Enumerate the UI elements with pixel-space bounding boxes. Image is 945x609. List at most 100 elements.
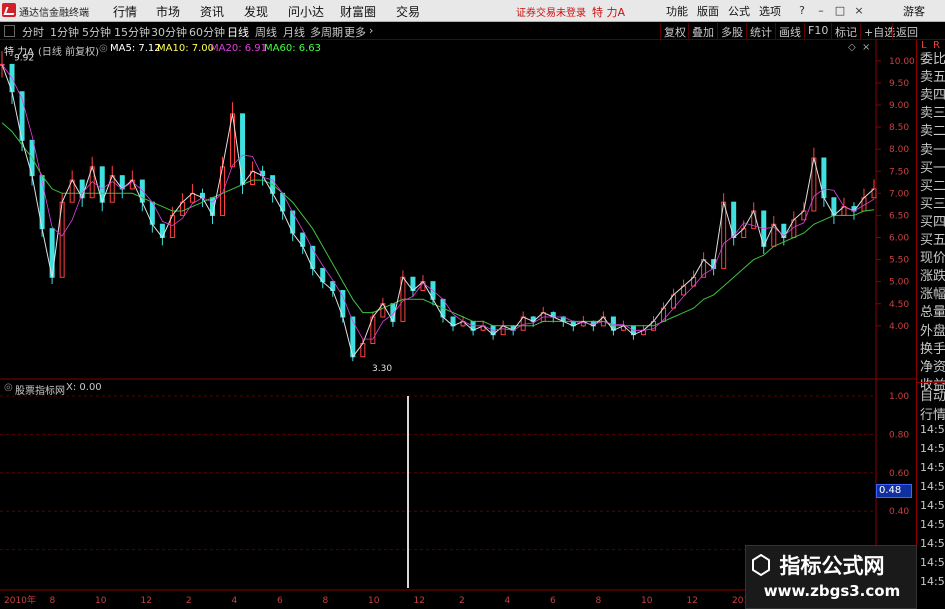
- quote-field-label: 卖一: [920, 142, 945, 158]
- price-tick-label: 5.00: [889, 278, 909, 288]
- kline-chart[interactable]: 10.00 9.50 9.00 8.50 8.00 7.50 7.00 6.50 6.00 5.5…: [0, 40, 916, 609]
- tick-time: 14:56: [920, 499, 945, 512]
- stats-button[interactable]: 统计: [746, 23, 775, 39]
- tab-30min[interactable]: 30分钟: [151, 24, 187, 40]
- tab-multi-period[interactable]: 多周期: [310, 24, 343, 40]
- price-tick-label: 4.00: [889, 322, 909, 332]
- menu-shichang[interactable]: 市场: [156, 3, 180, 20]
- menu-caifuquan[interactable]: 财富圈: [340, 3, 376, 20]
- price-tick-label: 6.00: [889, 234, 909, 244]
- auto-quote-label: 自动: [920, 389, 945, 404]
- menu-jiaoyi[interactable]: 交易: [396, 3, 420, 20]
- quote-field-label: 买一: [920, 160, 945, 176]
- app-name: 通达信金融终端: [19, 8, 89, 19]
- tick-time: 14:56: [920, 461, 945, 474]
- back-icon[interactable]: [4, 25, 15, 37]
- date-tick-label: 2010年: [4, 594, 36, 606]
- quote-field-label: 买三: [920, 196, 945, 212]
- chart-options-icon[interactable]: ◇: [848, 42, 856, 53]
- fuquan-button[interactable]: 复权: [660, 23, 689, 39]
- overlay-button[interactable]: 叠加: [688, 23, 717, 39]
- f10-button[interactable]: F10: [804, 23, 831, 39]
- watermark-badge: 指标公式网 www.zbgs3.com: [745, 545, 917, 609]
- date-tick-label: 10: [368, 596, 380, 606]
- watermark-title: 指标公式网: [779, 554, 885, 578]
- indicator-tick-label: 0.80: [889, 430, 909, 440]
- price-tick-label: 8.00: [889, 145, 909, 155]
- tab-weekly[interactable]: 周线: [255, 24, 277, 40]
- draw-button[interactable]: 画线: [775, 23, 804, 39]
- quote-field-label: 买四: [920, 214, 945, 230]
- menu-bar: 通达信金融终端 行情 市场 资讯 发现 问小达 财富圈 交易 证券交易未登录 特…: [0, 0, 945, 22]
- tab-15min[interactable]: 15分钟: [114, 24, 150, 40]
- tick-time: 14:56: [920, 518, 945, 531]
- date-tick-label: 10: [641, 596, 653, 606]
- tick-time: 14:56: [920, 480, 945, 493]
- mark-button[interactable]: 标记: [831, 23, 860, 39]
- quote-field-label: 涨幅: [920, 287, 945, 303]
- close-icon[interactable]: ×: [852, 4, 866, 18]
- help-icon[interactable]: ?: [795, 4, 809, 18]
- more-chevron-icon[interactable]: ›: [369, 24, 373, 37]
- menu-banmian[interactable]: 版面: [697, 3, 719, 19]
- date-tick-label: 12: [141, 596, 152, 606]
- multi-stock-button[interactable]: 多股: [717, 23, 746, 39]
- tab-60min[interactable]: 60分钟: [189, 24, 225, 40]
- indicator-settings-icon[interactable]: ◎: [4, 382, 13, 393]
- quote-side-panel: L R 委比 卖五 卖四 卖三 卖二 卖一 买一 买二 买三 买四 买五 现价 涨跌 涨幅 总量 外盘 换手 净资…: [916, 40, 945, 609]
- ma5-label: MA5: 7.12: [110, 43, 161, 54]
- auto-quote-label: 行情: [920, 408, 945, 423]
- panel-divider: [917, 382, 945, 383]
- tick-time: 14:56: [920, 556, 945, 569]
- guest-label[interactable]: 游客: [903, 3, 925, 19]
- indicator-tick-label: 0.60: [889, 469, 909, 479]
- price-tick-label: 8.50: [889, 123, 909, 133]
- chart-settings-icon[interactable]: ◎: [99, 43, 108, 54]
- menu-xuanxiang[interactable]: 选项: [759, 3, 781, 19]
- stock-name-label: 特 力A: [4, 47, 35, 58]
- quote-field-label: 换手: [920, 341, 945, 357]
- date-tick-label: 12: [414, 596, 425, 606]
- tab-5min[interactable]: 5分钟: [82, 24, 111, 40]
- date-tick-label: 4: [232, 596, 238, 606]
- low-price-label: 3.30: [372, 364, 392, 374]
- watermark-url: www.zbgs3.com: [763, 582, 901, 600]
- login-status[interactable]: 证券交易未登录: [516, 4, 586, 19]
- ma60-label: MA60: 6.63: [264, 43, 322, 54]
- menu-zixun[interactable]: 资讯: [200, 3, 224, 20]
- return-button[interactable]: 返回: [892, 23, 921, 39]
- menu-wenxiaoda[interactable]: 问小达: [288, 3, 324, 20]
- chart-mode-label: (日线 前复权): [38, 47, 99, 58]
- menu-gongneng[interactable]: 功能: [666, 3, 688, 19]
- indicator-current-value: 0.48: [876, 484, 912, 498]
- date-tick-label: 6: [277, 596, 283, 606]
- quote-field-label: 卖四: [920, 88, 945, 104]
- tick-time: 14:55: [920, 423, 945, 436]
- tab-monthly[interactable]: 月线: [283, 24, 305, 40]
- ma20-label: MA20: 6.91: [210, 43, 268, 54]
- date-tick-label: 2: [186, 596, 192, 606]
- menu-hangqing[interactable]: 行情: [113, 3, 137, 20]
- chart-close-icon[interactable]: ×: [862, 42, 870, 53]
- tick-time: 14:56: [920, 575, 945, 588]
- date-tick-label: 2: [459, 596, 465, 606]
- price-tick-label: 7.50: [889, 167, 909, 177]
- tab-more[interactable]: 更多: [344, 24, 366, 40]
- indicator-name-label: 股票指标网: [15, 386, 65, 397]
- quote-field-label: 总量: [920, 305, 945, 321]
- ma10-label: MA10: 7.00: [157, 43, 215, 54]
- menu-gongshi[interactable]: 公式: [728, 3, 750, 19]
- date-tick-label: 6: [550, 596, 556, 606]
- minimize-icon[interactable]: –: [814, 4, 828, 18]
- stock-title: 特 力A: [592, 6, 626, 19]
- tab-daily[interactable]: 日线: [227, 24, 249, 40]
- quote-field-label: 涨跌: [920, 269, 945, 285]
- restore-icon[interactable]: □: [833, 4, 847, 18]
- tick-time: 14:56: [920, 442, 945, 455]
- price-tick-label: 10.00: [889, 57, 915, 67]
- indicator-tick-label: 0.40: [889, 507, 909, 517]
- tab-1min[interactable]: 1分钟: [50, 24, 79, 40]
- app-logo-icon: [2, 3, 16, 17]
- menu-faxian[interactable]: 发现: [244, 3, 268, 20]
- tab-fenshi[interactable]: 分时: [22, 24, 44, 40]
